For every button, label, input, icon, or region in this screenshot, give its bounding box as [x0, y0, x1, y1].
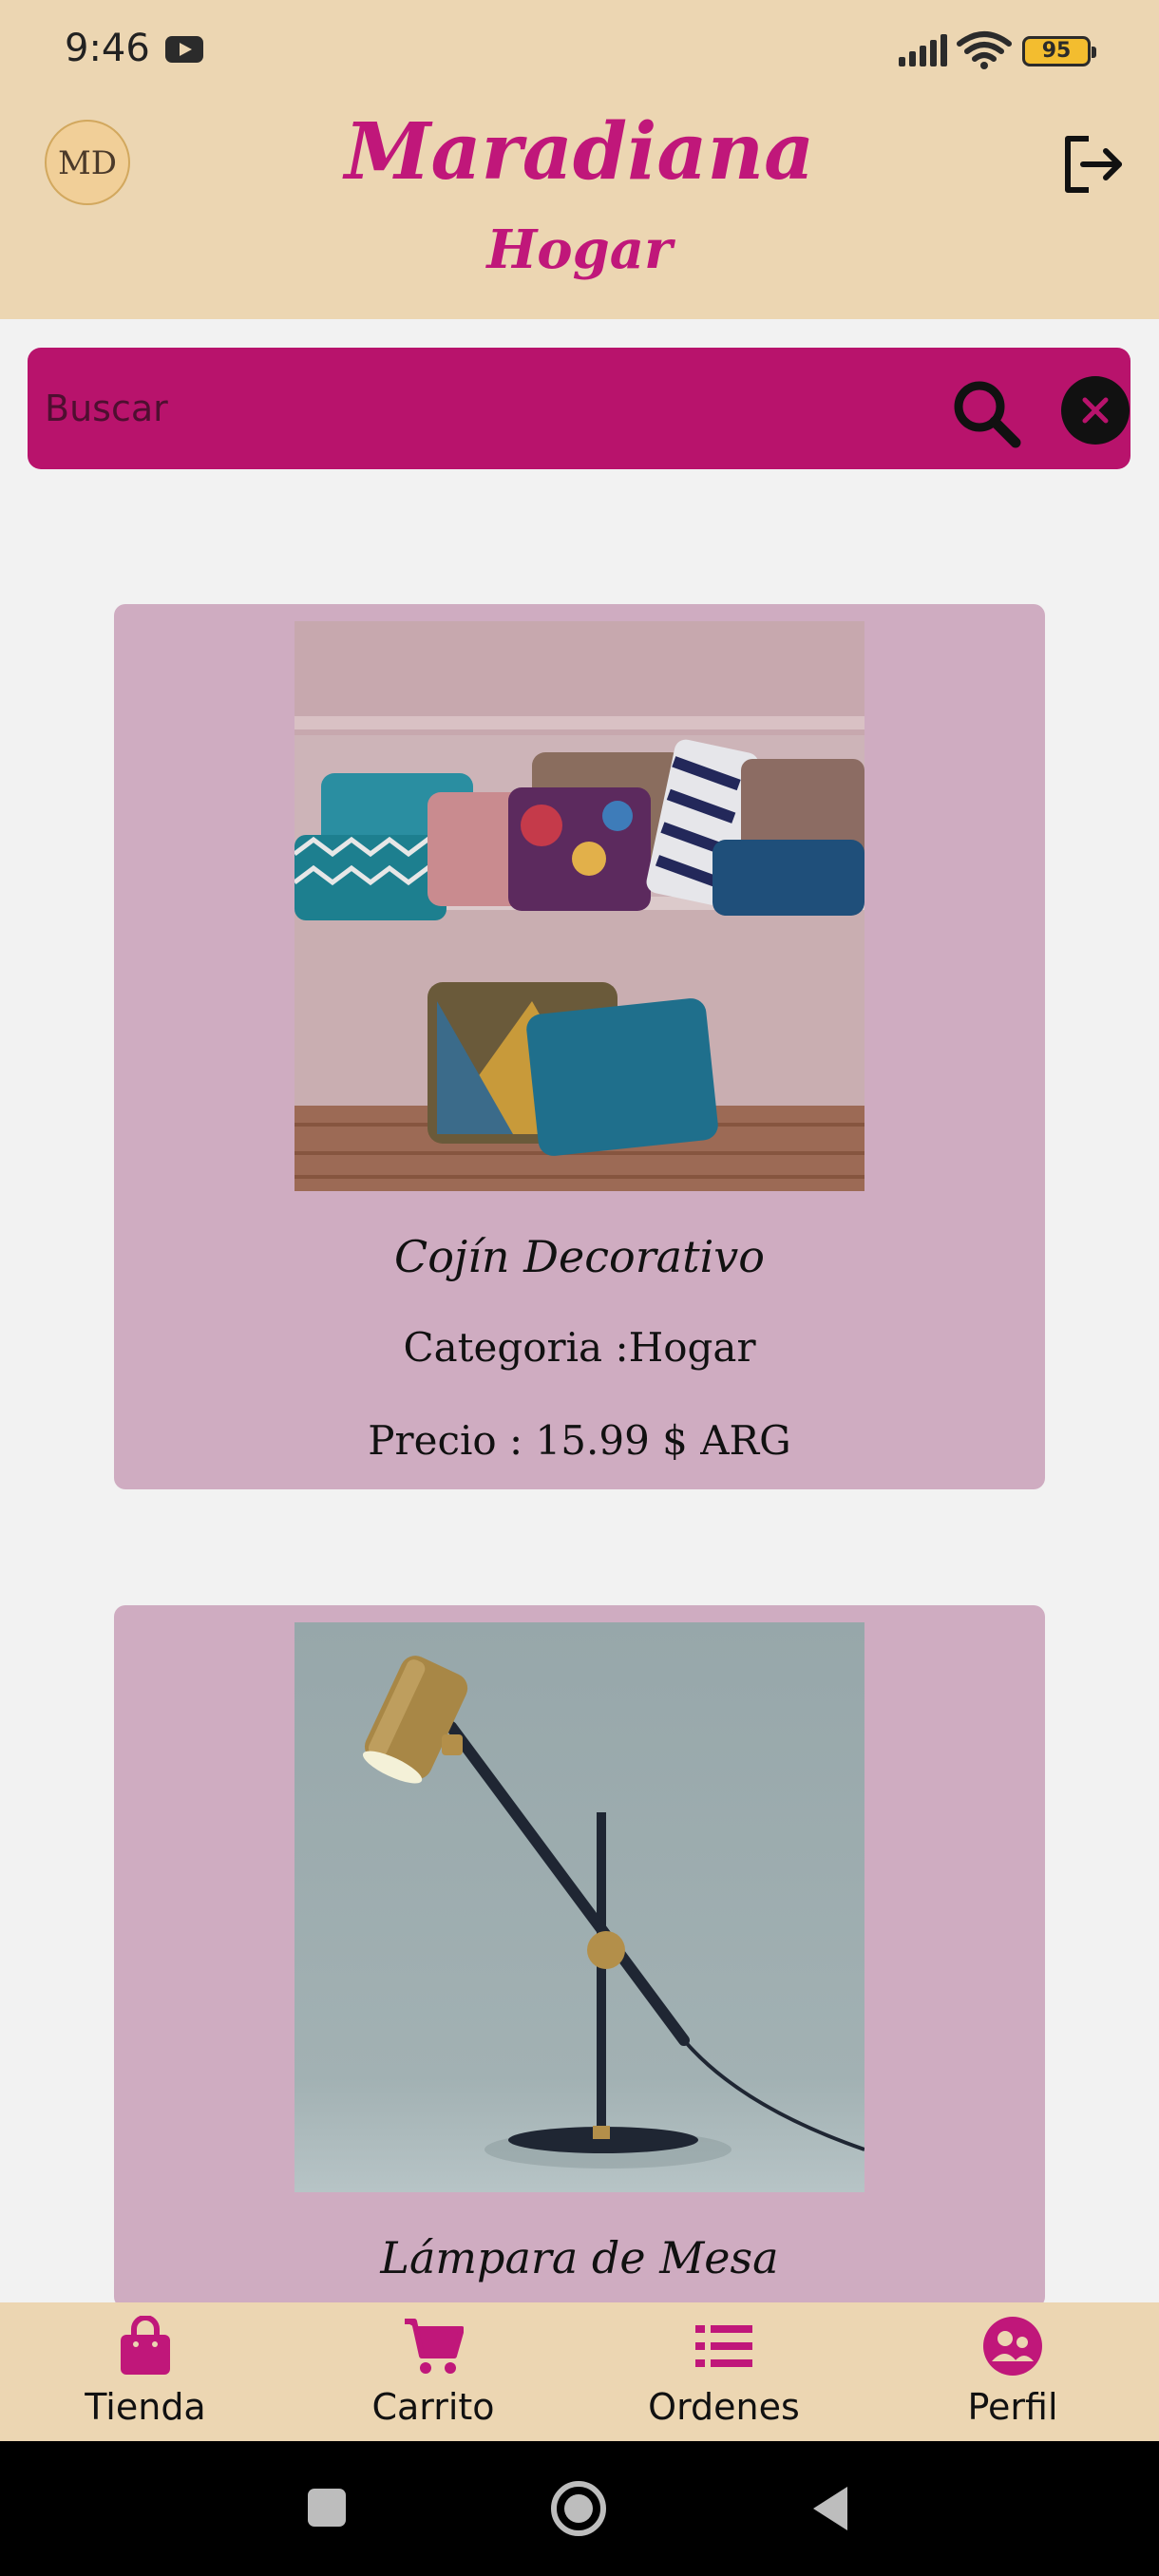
home-button[interactable] — [549, 2479, 608, 2538]
wifi-icon — [957, 31, 1012, 69]
battery-icon: 95 — [1022, 36, 1096, 66]
product-price: Precio : 15.99 $ ARG — [368, 1417, 791, 1464]
product-name: Cojín Decorativo — [394, 1231, 765, 1282]
close-icon — [1082, 397, 1109, 424]
cart-icon — [405, 2319, 464, 2374]
status-bar: 9:46 95 — [0, 0, 1159, 97]
product-category: Categoria :Hogar — [403, 1324, 756, 1371]
search-input[interactable] — [45, 370, 900, 446]
nav-label: Tienda — [85, 2386, 206, 2428]
status-time: 9:46 — [65, 27, 150, 70]
logout-icon[interactable] — [1060, 131, 1127, 198]
brand-title: Maradiana — [344, 106, 815, 198]
product-image — [294, 621, 864, 1191]
shopping-bag-icon — [121, 2316, 170, 2375]
product-card[interactable]: Cojín Decorativo Categoria :Hogar Precio… — [114, 604, 1045, 1489]
back-button[interactable] — [809, 2483, 851, 2534]
brand-subtitle: Hogar — [486, 218, 673, 281]
nav-item-perfil[interactable]: Perfil — [899, 2302, 1127, 2441]
cushions-image — [294, 621, 864, 1191]
nav-item-ordenes[interactable]: Ordenes — [610, 2302, 838, 2441]
system-navigation-bar — [0, 2441, 1159, 2576]
search-icon[interactable] — [949, 376, 1021, 448]
product-image — [294, 1622, 864, 2192]
bottom-navigation: Tienda Carrito Ordenes Perfil — [0, 2302, 1159, 2441]
profile-icon — [983, 2317, 1042, 2376]
nav-label: Perfil — [967, 2386, 1058, 2428]
youtube-notification-icon — [165, 36, 203, 63]
desk-lamp-image — [294, 1622, 864, 2192]
nav-label: Carrito — [371, 2386, 495, 2428]
product-card[interactable]: Lámpara de Mesa — [114, 1605, 1045, 2308]
nav-label: Ordenes — [648, 2386, 800, 2428]
list-icon — [695, 2325, 752, 2367]
app-header: MD Maradiana Hogar — [0, 97, 1159, 319]
signal-icon — [899, 34, 947, 66]
recent-apps-button[interactable] — [306, 2487, 348, 2529]
nav-item-carrito[interactable]: Carrito — [319, 2302, 547, 2441]
battery-level: 95 — [1041, 39, 1072, 63]
nav-item-tienda[interactable]: Tienda — [31, 2302, 259, 2441]
clear-search-button[interactable] — [1061, 376, 1130, 445]
search-bar — [28, 348, 1130, 469]
product-name: Lámpara de Mesa — [380, 2232, 779, 2283]
